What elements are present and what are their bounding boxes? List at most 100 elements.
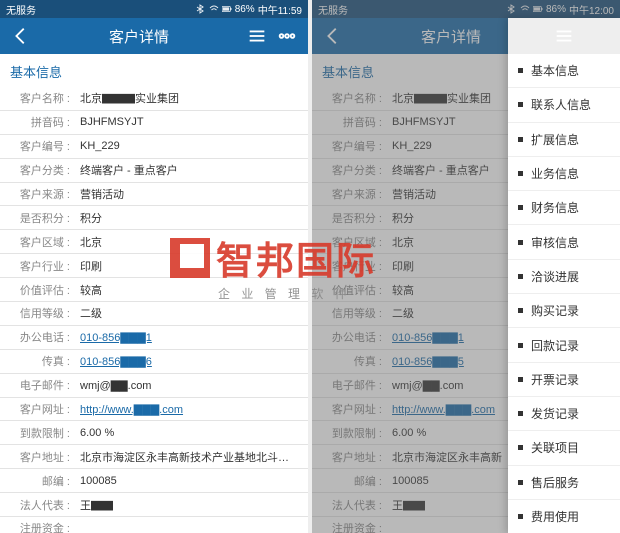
drawer-item-label: 开票记录 — [531, 371, 579, 388]
field-label: 客户地址 : — [312, 449, 392, 465]
more-icon[interactable] — [276, 25, 298, 47]
field-label: 客户网址 : — [312, 401, 392, 417]
field-label: 客户区域 : — [0, 234, 80, 250]
field-row: 传真 :010-856▇▇▇6 — [0, 350, 308, 374]
field-row: 电子邮件 :wmj@▇▇.com — [0, 374, 308, 398]
section-basic: 基本信息 — [0, 54, 308, 87]
field-value: 较高 — [80, 282, 298, 298]
field-label: 拼音码 : — [0, 114, 80, 130]
page-title: 客户详情 — [421, 26, 481, 47]
drawer-item[interactable]: 洽谈进展 — [508, 260, 620, 294]
field-row: 客户行业 :印刷 — [0, 254, 308, 278]
drawer-item-label: 费用使用 — [531, 508, 579, 525]
field-row: 客户地址 :北京市海淀区永丰高新技术产业基地北斗星通大厦 — [0, 445, 308, 469]
field-label: 注册资金 : — [312, 520, 392, 533]
drawer-item-label: 购买记录 — [531, 302, 579, 319]
carrier-label: 无服务 — [6, 2, 36, 17]
field-row: 客户编号 :KH_229 — [0, 135, 308, 159]
field-label: 注册资金 : — [0, 520, 80, 533]
field-row: 客户分类 :终端客户 - 重点客户 — [0, 159, 308, 183]
carrier-label: 无服务 — [318, 2, 348, 17]
field-label: 是否积分 : — [312, 210, 392, 226]
field-value: 积分 — [80, 210, 298, 226]
bullet-icon — [518, 514, 523, 519]
field-label: 办公电话 : — [0, 329, 80, 345]
field-value: 北京市海淀区永丰高新技术产业基地北斗星通大厦 — [80, 449, 298, 465]
bullet-icon — [518, 308, 523, 313]
drawer-item[interactable]: 审核信息 — [508, 225, 620, 259]
field-label: 法人代表 : — [312, 497, 392, 513]
drawer-item[interactable]: 扩展信息 — [508, 123, 620, 157]
drawer-menu: 基本信息联系人信息扩展信息业务信息财务信息审核信息洽谈进展购买记录回款记录开票记… — [508, 18, 620, 533]
drawer-item[interactable]: 基本信息 — [508, 54, 620, 88]
field-label: 客户地址 : — [0, 449, 80, 465]
drawer-item[interactable]: 费用使用 — [508, 500, 620, 533]
drawer-item[interactable]: 购买记录 — [508, 294, 620, 328]
clock: 中午12:00 — [569, 2, 614, 17]
field-row: 注册资金 : — [0, 517, 308, 533]
field-value[interactable]: 010-856▇▇▇6 — [80, 355, 298, 368]
field-label: 传真 : — [0, 353, 80, 369]
menu-icon[interactable] — [246, 25, 268, 47]
field-label: 客户区域 : — [312, 234, 392, 250]
bullet-icon — [518, 205, 523, 210]
field-value: 二级 — [80, 305, 298, 321]
field-value: KH_229 — [80, 140, 298, 152]
field-label: 客户来源 : — [0, 186, 80, 202]
drawer-item-label: 审核信息 — [531, 234, 579, 251]
field-label: 客户行业 : — [0, 258, 80, 274]
field-label: 电子邮件 : — [0, 377, 80, 393]
drawer-item[interactable]: 发货记录 — [508, 397, 620, 431]
field-label: 传真 : — [312, 353, 392, 369]
drawer-item[interactable]: 联系人信息 — [508, 88, 620, 122]
field-value: 营销活动 — [80, 186, 298, 202]
field-value: 印刷 — [80, 258, 298, 274]
field-label: 办公电话 : — [312, 329, 392, 345]
battery-percent: 86% — [546, 4, 566, 15]
bluetooth-icon — [507, 4, 517, 14]
field-row: 法人代表 :王▇▇ — [0, 493, 308, 517]
field-label: 信用等级 : — [312, 305, 392, 321]
field-value: 北京▇▇▇实业集团 — [80, 90, 298, 106]
field-label: 邮编 : — [312, 473, 392, 489]
drawer-item-label: 财务信息 — [531, 199, 579, 216]
drawer-item[interactable]: 售后服务 — [508, 466, 620, 500]
field-row: 客户区域 :北京 — [0, 230, 308, 254]
wifi-icon — [520, 4, 530, 14]
field-row: 拼音码 :BJHFMSYJT — [0, 111, 308, 135]
field-label: 信用等级 : — [0, 305, 80, 321]
drawer-item[interactable]: 回款记录 — [508, 328, 620, 362]
drawer-item-label: 回款记录 — [531, 337, 579, 354]
menu-icon[interactable] — [553, 25, 575, 47]
drawer-item-label: 扩展信息 — [531, 131, 579, 148]
field-value: wmj@▇▇.com — [80, 379, 298, 392]
field-label: 到款限制 : — [312, 425, 392, 441]
battery-icon — [222, 4, 232, 14]
bullet-icon — [518, 445, 523, 450]
drawer-item[interactable]: 财务信息 — [508, 191, 620, 225]
battery-percent: 86% — [235, 4, 255, 15]
drawer-item-label: 联系人信息 — [531, 96, 591, 113]
field-label: 客户名称 : — [312, 90, 392, 106]
field-value: 100085 — [80, 475, 298, 487]
back-icon[interactable] — [322, 25, 344, 47]
field-label: 电子邮件 : — [312, 377, 392, 393]
drawer-item[interactable]: 关联项目 — [508, 431, 620, 465]
field-label: 客户来源 : — [312, 186, 392, 202]
field-value[interactable]: http://www.▇▇▇.com — [80, 403, 298, 416]
back-icon[interactable] — [10, 25, 32, 47]
clock: 中午11:59 — [258, 2, 302, 17]
field-label: 客户名称 : — [0, 90, 80, 106]
drawer-item[interactable]: 业务信息 — [508, 157, 620, 191]
bullet-icon — [518, 411, 523, 416]
field-value[interactable]: 010-856▇▇▇1 — [80, 331, 298, 344]
field-row: 邮编 :100085 — [0, 469, 308, 493]
bluetooth-icon — [196, 4, 206, 14]
field-label: 客户编号 : — [312, 138, 392, 154]
field-row: 办公电话 :010-856▇▇▇1 — [0, 326, 308, 350]
drawer-item-label: 售后服务 — [531, 474, 579, 491]
bullet-icon — [518, 377, 523, 382]
field-row: 是否积分 :积分 — [0, 206, 308, 230]
field-label: 价值评估 : — [0, 282, 80, 298]
drawer-item[interactable]: 开票记录 — [508, 363, 620, 397]
